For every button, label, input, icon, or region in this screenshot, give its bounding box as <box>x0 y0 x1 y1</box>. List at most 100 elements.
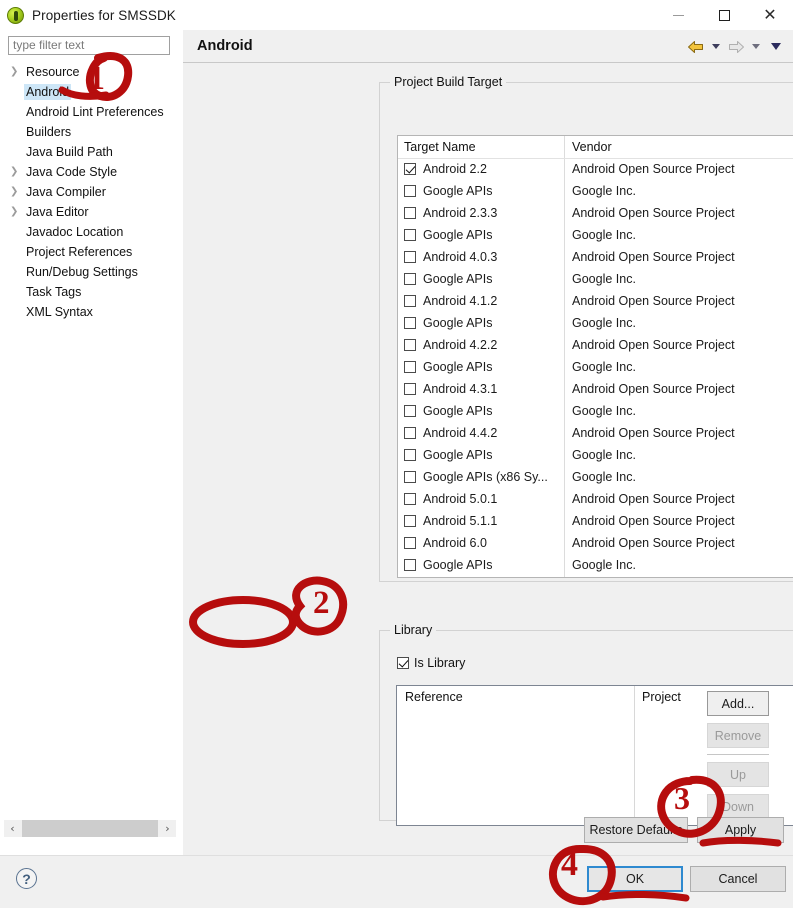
target-name-label: Google APIs <box>423 448 493 462</box>
add-button[interactable]: Add... <box>707 691 769 716</box>
sidebar-item-java-editor[interactable]: ❯ Java Editor <box>0 202 183 222</box>
question-mark-help-icon[interactable]: ? <box>16 868 37 889</box>
checkbox-icon[interactable] <box>404 493 416 505</box>
table-row[interactable]: Android 5.1.1 Android Open Source Project… <box>398 510 793 532</box>
column-header-target-name[interactable]: Target Name <box>398 140 564 154</box>
sidebar-item-resource[interactable]: ❯ Resource <box>0 62 183 82</box>
checkbox-icon[interactable] <box>404 449 416 461</box>
table-row[interactable]: Google APIs (x86 Sy...Google Inc.4.4.219 <box>398 466 793 488</box>
scroll-right-icon[interactable]: › <box>159 820 176 837</box>
checkbox-icon[interactable] <box>404 361 416 373</box>
cell-vendor: Google Inc. <box>572 316 636 330</box>
chevron-right-icon[interactable]: ❯ <box>10 167 24 177</box>
forward-dropdown-chevron-down-icon[interactable] <box>752 44 760 49</box>
checkbox-icon[interactable] <box>397 657 409 669</box>
table-row[interactable]: Android 4.4.2 Android Open Source Project… <box>398 422 793 444</box>
column-header-vendor[interactable]: Vendor <box>564 140 793 154</box>
back-dropdown-chevron-down-icon[interactable] <box>712 44 720 49</box>
table-row[interactable]: Android 4.1.2 Android Open Source Project… <box>398 290 793 312</box>
column-header-project[interactable]: Project <box>634 690 681 704</box>
ok-button[interactable]: OK <box>587 866 683 892</box>
cell-target-name: Android 4.2.2 <box>398 338 564 352</box>
minimize-button[interactable] <box>655 0 701 30</box>
checkbox-icon[interactable] <box>404 295 416 307</box>
sidebar-horizontal-scrollbar[interactable]: ‹ › <box>4 820 176 837</box>
checkbox-icon[interactable] <box>404 339 416 351</box>
scrollbar-thumb[interactable] <box>22 820 158 837</box>
up-button[interactable]: Up <box>707 762 769 787</box>
checkbox-icon[interactable] <box>404 383 416 395</box>
checkbox-icon[interactable] <box>404 163 416 175</box>
table-row[interactable]: Android 4.2.2 Android Open Source Project… <box>398 334 793 356</box>
table-row[interactable]: Android 5.0.1 Android Open Source Project… <box>398 488 793 510</box>
checkbox-icon[interactable] <box>404 471 416 483</box>
target-name-label: Google APIs <box>423 404 493 418</box>
checkbox-icon[interactable] <box>404 537 416 549</box>
column-separator <box>634 686 635 825</box>
down-button[interactable]: Down <box>707 794 769 819</box>
table-row[interactable]: Google APIsGoogle Inc.4.0.315 <box>398 268 793 290</box>
build-target-table[interactable]: Target Name Vendor Platform API L... And… <box>397 135 793 578</box>
table-row[interactable]: Google APIsGoogle Inc.2.28 <box>398 180 793 202</box>
settings-tree: ❯ Resource Android Android Lint Preferen… <box>0 62 183 322</box>
checkbox-icon[interactable] <box>404 251 416 263</box>
chevron-right-icon[interactable]: ❯ <box>10 187 24 197</box>
sidebar-item-task-tags[interactable]: Task Tags <box>0 282 183 302</box>
sidebar-item-android-lint-preferences[interactable]: Android Lint Preferences <box>0 102 183 122</box>
table-row[interactable]: Android 4.3.1 Android Open Source Project… <box>398 378 793 400</box>
sidebar-item-java-build-path[interactable]: Java Build Path <box>0 142 183 162</box>
column-header-reference[interactable]: Reference <box>397 690 634 704</box>
filter-input[interactable]: type filter text <box>8 36 170 55</box>
table-row[interactable]: Android 2.3.3 Android Open Source Project… <box>398 202 793 224</box>
cell-vendor: Android Open Source Project <box>572 492 735 506</box>
table-row[interactable]: Google APIsGoogle Inc.4.1.216 <box>398 312 793 334</box>
sidebar-item-java-compiler[interactable]: ❯ Java Compiler <box>0 182 183 202</box>
table-row[interactable]: Google APIsGoogle Inc.4.3.118 <box>398 400 793 422</box>
cell-vendor: Google Inc. <box>572 558 636 572</box>
table-row[interactable]: Google APIsGoogle Inc.6.023 <box>398 554 793 576</box>
restore-defaults-button[interactable]: Restore Defaults <box>584 817 688 843</box>
table-row[interactable]: Google APIsGoogle Inc.4.2.217 <box>398 356 793 378</box>
page-title: Android <box>197 38 253 54</box>
table-row[interactable]: Android 2.2Android Open Source Project2.… <box>398 158 793 180</box>
target-name-label: Android 4.0.3 <box>423 250 498 264</box>
target-name-label: Android 5.1.1 <box>423 514 498 528</box>
cell-target-name: Google APIs <box>398 184 564 198</box>
chevron-right-icon[interactable]: ❯ <box>10 67 24 77</box>
sidebar-item-javadoc-location[interactable]: Javadoc Location <box>0 222 183 242</box>
close-icon[interactable]: ✕ <box>747 0 793 30</box>
sidebar-item-xml-syntax[interactable]: XML Syntax <box>0 302 183 322</box>
sidebar-item-label: Resource <box>26 65 80 79</box>
table-row[interactable]: Android 6.0Android Open Source Project6.… <box>398 532 793 554</box>
cell-vendor: Android Open Source Project <box>572 426 735 440</box>
remove-button[interactable]: Remove <box>707 723 769 748</box>
checkbox-icon[interactable] <box>404 515 416 527</box>
scroll-left-icon[interactable]: ‹ <box>4 820 21 837</box>
checkbox-icon[interactable] <box>404 405 416 417</box>
sidebar-item-project-references[interactable]: Project References <box>0 242 183 262</box>
table-row[interactable]: Google APIsGoogle Inc.2.3.310 <box>398 224 793 246</box>
sidebar-item-builders[interactable]: Builders <box>0 122 183 142</box>
sidebar-item-java-code-style[interactable]: ❯ Java Code Style <box>0 162 183 182</box>
chevron-right-icon[interactable]: ❯ <box>10 207 24 217</box>
sidebar-item-android[interactable]: Android <box>0 82 183 102</box>
apply-button[interactable]: Apply <box>697 817 784 843</box>
cell-target-name: Google APIs <box>398 558 564 572</box>
checkbox-icon[interactable] <box>404 317 416 329</box>
back-arrow-icon[interactable] <box>687 39 705 55</box>
sidebar-item-run-debug-settings[interactable]: Run/Debug Settings <box>0 262 183 282</box>
library-is-library-checkbox[interactable]: Is Library <box>397 656 465 670</box>
checkbox-icon[interactable] <box>404 427 416 439</box>
checkbox-icon[interactable] <box>404 185 416 197</box>
menu-chevron-down-icon[interactable] <box>771 43 781 50</box>
checkbox-icon[interactable] <box>404 207 416 219</box>
target-name-label: Android 4.2.2 <box>423 338 498 352</box>
checkbox-icon[interactable] <box>404 559 416 571</box>
table-row[interactable]: Android 4.0.3 Android Open Source Project… <box>398 246 793 268</box>
checkbox-icon[interactable] <box>404 229 416 241</box>
cell-vendor: Android Open Source Project <box>572 162 735 176</box>
checkbox-icon[interactable] <box>404 273 416 285</box>
table-row[interactable]: Google APIsGoogle Inc.4.4.219 <box>398 444 793 466</box>
cancel-button[interactable]: Cancel <box>690 866 786 892</box>
maximize-button[interactable] <box>701 0 747 30</box>
